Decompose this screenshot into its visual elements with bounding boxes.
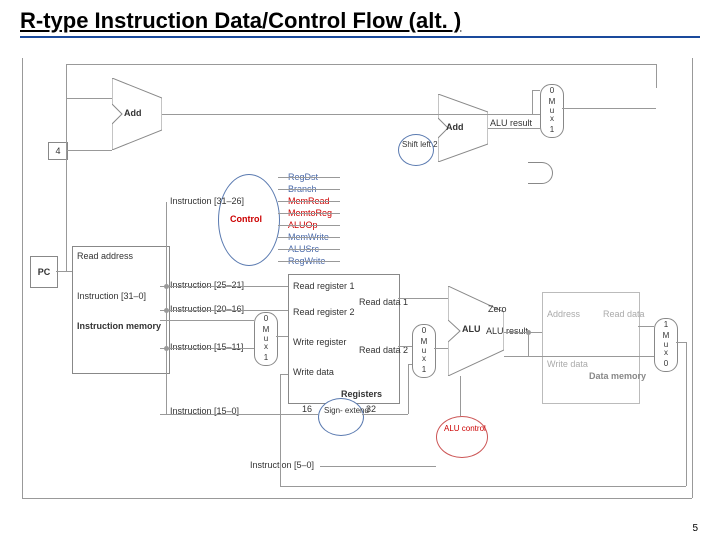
field-25-21: Instruction [25–21]	[170, 280, 244, 290]
mux-regdst: 0 M u x 1	[254, 312, 278, 366]
pc-block: PC	[30, 256, 58, 288]
reg-read2: Read register 2	[293, 307, 355, 317]
alu-control	[436, 416, 488, 458]
field-31-26: Instruction [31–26]	[170, 196, 244, 206]
se-in-width: 16	[302, 404, 312, 414]
alu-zero: Zero	[488, 304, 507, 314]
slide-title: R-type Instruction Data/Control Flow (al…	[20, 8, 700, 38]
dmem-addr: Address	[547, 309, 580, 319]
reg-read1: Read register 1	[293, 281, 355, 291]
imem-title: Instruction memory	[77, 321, 161, 331]
shift-left-2	[398, 134, 434, 166]
alu-label: ALU	[462, 324, 481, 334]
dmem-read: Read data	[603, 309, 645, 319]
alu-result: ALU result	[486, 326, 528, 336]
add-top-label: Add	[124, 108, 142, 118]
field-20-16: Instruction [20–16]	[170, 304, 244, 314]
const-four: 4	[48, 142, 68, 160]
register-file-box: Read register 1 Read register 2 Write re…	[288, 274, 400, 404]
imem-instr: Instruction [31–0]	[77, 291, 146, 301]
data-memory-box: Address Read data Write data Data memory	[542, 292, 640, 404]
mux-writeback: 1 M u x 0	[654, 318, 678, 372]
add-branch-result: ALU result	[490, 118, 532, 128]
se-out-width: 32	[366, 404, 376, 414]
dmem-wdata: Write data	[547, 359, 588, 369]
mux-alusrc: 0 M u x 1	[412, 324, 436, 378]
shift-label: Shift left 2	[402, 140, 438, 149]
add-branch-label: Add	[446, 122, 464, 132]
page-number: 5	[692, 523, 698, 534]
imem-read-addr: Read address	[77, 251, 133, 261]
control-label: Control	[230, 214, 262, 224]
reg-title: Registers	[341, 389, 382, 399]
reg-write: Write register	[293, 337, 346, 347]
and-gate	[528, 162, 553, 184]
mux-pcsrc: 0 M u x 1	[540, 84, 564, 138]
reg-wdata: Write data	[293, 367, 334, 377]
dmem-title: Data memory	[589, 371, 646, 381]
sign-extend	[318, 398, 364, 436]
field-5-0: Instruction [5–0]	[250, 460, 314, 470]
field-15-11: Instruction [15–11]	[170, 342, 243, 352]
alu-control-label: ALU control	[444, 424, 486, 433]
instruction-memory-box: Read address Instruction [31–0] Instruct…	[72, 246, 170, 374]
diagram-canvas: PC 4 Add Read address Instruction [31–0]…	[20, 46, 700, 516]
